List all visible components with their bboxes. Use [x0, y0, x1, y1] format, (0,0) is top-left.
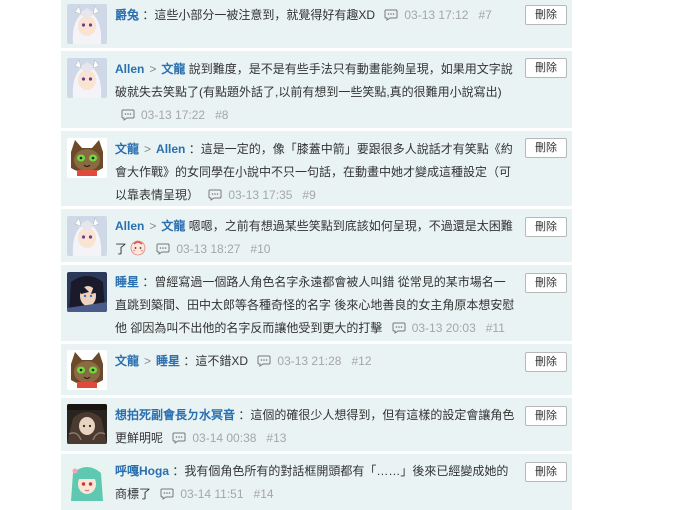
- comment-floor-number[interactable]: #13: [266, 431, 286, 445]
- comment-body: 文龍 > 睡星 ：這不錯XD 03-13 21:28 #12: [115, 350, 517, 373]
- delete-button[interactable]: 刪除: [525, 138, 567, 158]
- avatar[interactable]: [67, 216, 107, 256]
- comment-timestamp: 03-14 00:38: [192, 431, 257, 445]
- comment-floor-number[interactable]: #14: [254, 487, 274, 501]
- comment-body: Allen > 文龍 嗯嗯，之前有想過某些笑點到底該如何呈現，不過還是太困難了 03…: [115, 215, 517, 261]
- reply-to-link[interactable]: Allen: [156, 142, 185, 156]
- comment-author-link[interactable]: 想拍死副會長ㄉ水冥音: [115, 408, 235, 422]
- comment-item: 文龍 > 睡星 ：這不錯XD 03-13 21:28 #12 刪除: [61, 344, 572, 398]
- delete-button[interactable]: 刪除: [525, 5, 567, 25]
- avatar[interactable]: [67, 58, 107, 98]
- comment-timestamp: 03-13 18:27: [176, 242, 241, 256]
- comment-item: 睡星 ：曾經寫過一個路人角色名字永遠都會被人叫錯 從常見的某市場名一直跳到築間、…: [61, 265, 572, 344]
- comment-body: 呼嘎Hoga ：我有個角色所有的對話框開頭都有「……」後來已經變成她的商標了 0…: [115, 460, 517, 506]
- speech-bubble-icon[interactable]: [156, 243, 170, 255]
- comment-author-link[interactable]: 文龍: [115, 142, 139, 156]
- avatar[interactable]: [67, 4, 107, 44]
- comment-body: Allen > 文龍 說到難度，是不是有些手法只有動畫能夠呈現，如果用文字說破就失去…: [115, 58, 517, 127]
- comment-item: 想拍死副會長ㄉ水冥音 ：這個的確很少人想得到，但有這樣的設定會讓角色更鮮明呢 0…: [61, 398, 572, 454]
- reply-to-link[interactable]: 睡星: [156, 354, 180, 368]
- delete-button[interactable]: 刪除: [525, 462, 567, 482]
- comment-body: 想拍死副會長ㄉ水冥音 ：這個的確很少人想得到，但有這樣的設定會讓角色更鮮明呢 0…: [115, 404, 517, 450]
- reply-arrow: >: [144, 142, 152, 156]
- blushing-face-emoji-icon: [130, 240, 146, 256]
- comment-item: 文龍 > Allen ：這是一定的，像「膝蓋中箭」要跟很多人說話才有笑點《約會大作戰…: [61, 131, 572, 209]
- avatar[interactable]: [67, 461, 107, 501]
- avatar[interactable]: [67, 138, 107, 178]
- speech-bubble-icon[interactable]: [172, 432, 186, 444]
- reply-arrow: >: [149, 219, 157, 233]
- comment-body: 文龍 > Allen ：這是一定的，像「膝蓋中箭」要跟很多人說話才有笑點《約會大作戰…: [115, 138, 517, 207]
- speech-bubble-icon[interactable]: [121, 109, 135, 121]
- reply-arrow: >: [149, 62, 157, 76]
- comment-author-link[interactable]: 文龍: [115, 354, 139, 368]
- speech-bubble-icon[interactable]: [384, 9, 398, 21]
- avatar[interactable]: [67, 272, 107, 312]
- speech-bubble-icon[interactable]: [392, 322, 406, 334]
- speech-bubble-icon[interactable]: [160, 488, 174, 500]
- comment-floor-number[interactable]: #9: [302, 188, 315, 202]
- comment-author-link[interactable]: 爵兔: [115, 8, 139, 22]
- comment-item: Allen > 文龍 說到難度，是不是有些手法只有動畫能夠呈現，如果用文字說破就失去…: [61, 51, 572, 131]
- comment-floor-number[interactable]: #10: [250, 242, 270, 256]
- comment-item: 爵兔 ：這些小部分一被注意到，就覺得好有趣XD 03-13 17:12 #7 刪除: [61, 0, 572, 51]
- comment-text: ：這些小部分一被注意到，就覺得好有趣XD: [142, 8, 376, 22]
- reply-to-link[interactable]: 文龍: [161, 62, 185, 76]
- comment-floor-number[interactable]: #11: [486, 321, 505, 335]
- comment-list: 爵兔 ：這些小部分一被注意到，就覺得好有趣XD 03-13 17:12 #7 刪除…: [61, 0, 572, 510]
- comment-author-link[interactable]: 呼嘎Hoga: [115, 464, 169, 478]
- delete-button[interactable]: 刪除: [525, 273, 567, 293]
- comment-item: Allen > 文龍 嗯嗯，之前有想過某些笑點到底該如何呈現，不過還是太困難了 03…: [61, 209, 572, 265]
- comment-author-link[interactable]: Allen: [115, 62, 144, 76]
- comment-floor-number[interactable]: #8: [215, 108, 228, 122]
- avatar[interactable]: [67, 404, 107, 444]
- reply-arrow: >: [144, 354, 152, 368]
- comment-timestamp: 03-13 17:22: [141, 108, 206, 122]
- reply-to-link[interactable]: 文龍: [161, 219, 185, 233]
- comment-author-link[interactable]: 睡星: [115, 275, 139, 289]
- comment-author-link[interactable]: Allen: [115, 219, 144, 233]
- speech-bubble-icon[interactable]: [257, 355, 271, 367]
- comment-timestamp: 03-13 20:03: [411, 321, 476, 335]
- avatar[interactable]: [67, 350, 107, 390]
- delete-button[interactable]: 刪除: [525, 406, 567, 426]
- comment-text: ：這不錯XD: [183, 354, 249, 368]
- comment-timestamp: 03-14 11:51: [180, 487, 244, 501]
- comment-timestamp: 03-13 21:28: [277, 354, 342, 368]
- delete-button[interactable]: 刪除: [525, 217, 567, 237]
- speech-bubble-icon[interactable]: [208, 189, 222, 201]
- comment-body: 爵兔 ：這些小部分一被注意到，就覺得好有趣XD 03-13 17:12 #7: [115, 4, 517, 27]
- comment-floor-number[interactable]: #7: [478, 8, 491, 22]
- delete-button[interactable]: 刪除: [525, 352, 567, 372]
- delete-button[interactable]: 刪除: [525, 58, 567, 78]
- comment-item: 呼嘎Hoga ：我有個角色所有的對話框開頭都有「……」後來已經變成她的商標了 0…: [61, 454, 572, 510]
- comment-timestamp: 03-13 17:12: [404, 8, 469, 22]
- comment-floor-number[interactable]: #12: [351, 354, 371, 368]
- comment-body: 睡星 ：曾經寫過一個路人角色名字永遠都會被人叫錯 從常見的某市場名一直跳到築間、…: [115, 271, 517, 340]
- comment-timestamp: 03-13 17:35: [228, 188, 293, 202]
